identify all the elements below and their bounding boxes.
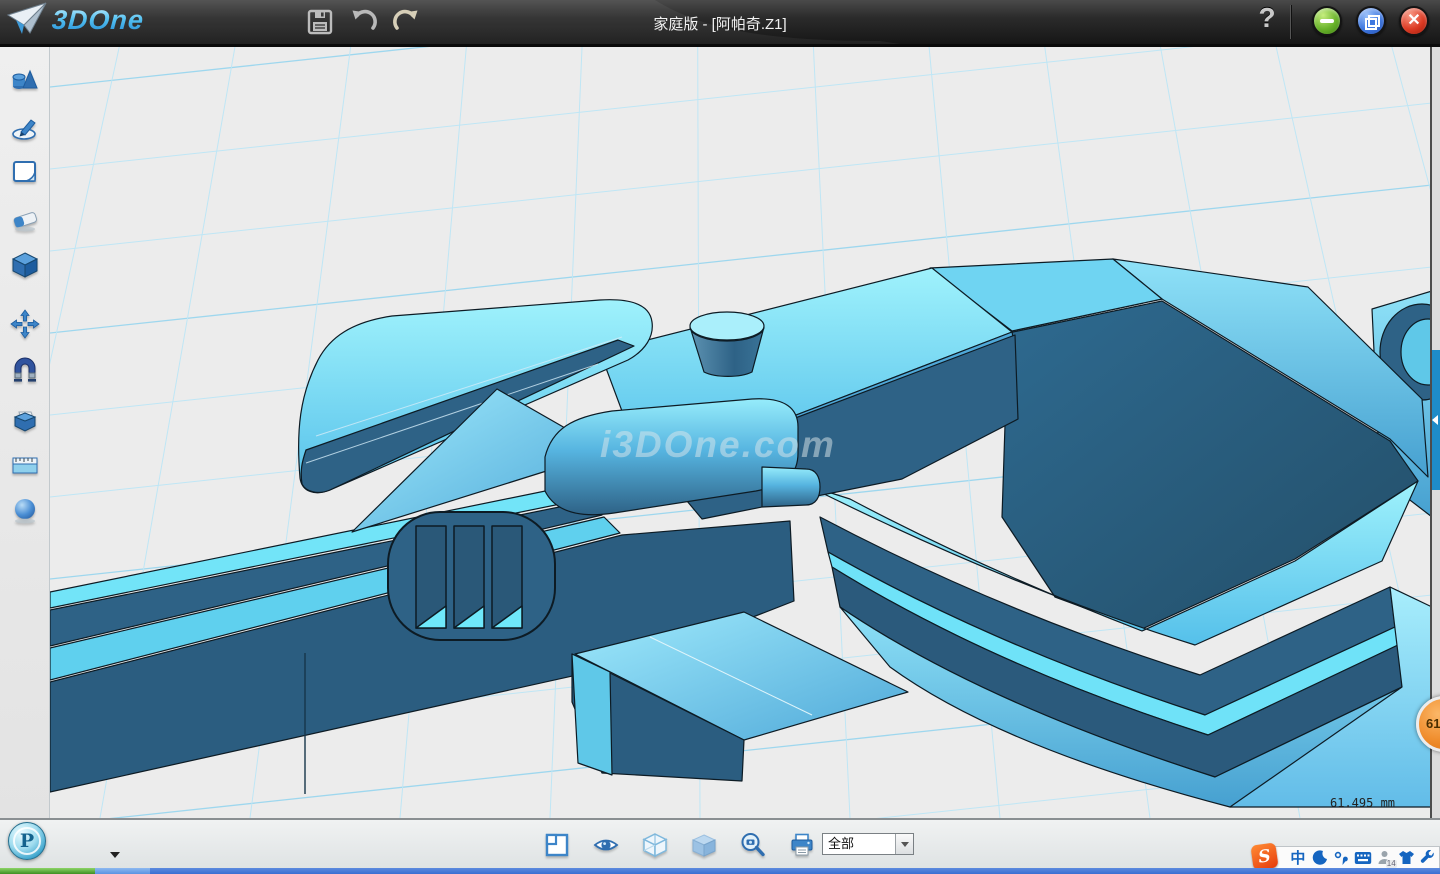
tool-sidebar — [0, 47, 50, 818]
undo-button[interactable] — [350, 8, 378, 36]
dropdown-arrow-icon[interactable] — [895, 834, 913, 854]
plane-layout-icon[interactable] — [543, 831, 571, 859]
taskbar-segment[interactable] — [150, 868, 1440, 874]
ime-brand-logo[interactable]: S — [1250, 842, 1278, 870]
visibility-eye-icon[interactable] — [592, 831, 620, 859]
close-icon: ✕ — [1407, 13, 1420, 29]
print-icon[interactable] — [788, 831, 816, 859]
wrench-icon[interactable] — [1419, 849, 1437, 867]
app-window: 3DOne 家庭版 - [阿帕奇.Z1] ? ✕ — [0, 0, 1440, 874]
measure-icon[interactable] — [10, 450, 40, 480]
pattern-button-label: P — [20, 830, 34, 852]
sketch-plane-icon[interactable] — [10, 157, 40, 187]
combine-edit-icon[interactable] — [10, 404, 40, 434]
minimize-button[interactable] — [1312, 6, 1342, 36]
logo-text: 3DOne — [51, 5, 145, 36]
display-filter-value: 全部 — [823, 834, 895, 854]
render-sphere-icon[interactable] — [10, 495, 40, 525]
help-button[interactable]: ? — [1252, 2, 1282, 40]
ime-mode-toggle[interactable]: 中 — [1289, 849, 1307, 867]
watermark: i3DOne.com — [600, 424, 836, 465]
display-filter-dropdown[interactable]: 全部 — [822, 833, 914, 855]
badge-value: 61 — [1426, 716, 1440, 731]
cad-model — [50, 259, 1432, 807]
measurement-readout: 61.495 mm — [1330, 796, 1395, 810]
punctuation-icon[interactable] — [1332, 849, 1350, 867]
primitives-icon[interactable] — [10, 65, 40, 95]
restore-button[interactable] — [1356, 6, 1386, 36]
moon-icon[interactable] — [1311, 849, 1329, 867]
restore-icon — [1365, 15, 1378, 28]
corner-caret-icon[interactable] — [110, 852, 120, 858]
cad-scene: i3DOne.com — [50, 47, 1432, 818]
sketch-draw-icon[interactable] — [10, 112, 40, 142]
app-logo: 3DOne — [6, 1, 144, 39]
close-button[interactable]: ✕ — [1399, 6, 1429, 36]
skin-shirt-icon[interactable] — [1397, 849, 1415, 867]
user-icon[interactable]: 14 — [1376, 849, 1394, 867]
window-title: 家庭版 - [阿帕奇.Z1] — [0, 13, 1440, 34]
ime-brand-letter: S — [1257, 846, 1272, 868]
save-button[interactable] — [306, 8, 334, 36]
taskbar-active-segment[interactable] — [95, 868, 150, 874]
shaded-cube-icon[interactable] — [690, 831, 718, 859]
titlebar-separator — [1290, 5, 1291, 39]
collapsed-panel-handle[interactable] — [1432, 350, 1440, 490]
minimize-icon — [1320, 19, 1334, 23]
redo-button[interactable] — [392, 8, 420, 36]
cad-viewport[interactable]: i3DOne.com — [50, 47, 1432, 818]
engine-pod — [388, 512, 555, 640]
move-transform-icon[interactable] — [10, 309, 40, 339]
eraser-edit-icon[interactable] — [10, 204, 40, 234]
ime-toolbar: 中 14 — [1272, 846, 1440, 869]
panel-expand-arrow-icon — [1432, 415, 1438, 425]
titlebar: 3DOne 家庭版 - [阿帕奇.Z1] ? ✕ — [0, 0, 1440, 47]
solid-feature-icon[interactable] — [10, 250, 40, 280]
view-toolbar: 全部 — [0, 818, 1440, 868]
taskbar-start-segment[interactable] — [0, 868, 95, 874]
user-count-badge: 14 — [1386, 860, 1397, 868]
wireframe-cube-icon[interactable] — [641, 831, 669, 859]
paper-plane-icon — [6, 1, 48, 39]
keyboard-icon[interactable] — [1354, 849, 1372, 867]
zoom-camera-icon[interactable] — [739, 831, 767, 859]
magnet-snap-icon[interactable] — [10, 355, 40, 385]
taskbar-strip — [0, 868, 1440, 874]
pattern-corner-button[interactable]: P — [8, 822, 46, 860]
